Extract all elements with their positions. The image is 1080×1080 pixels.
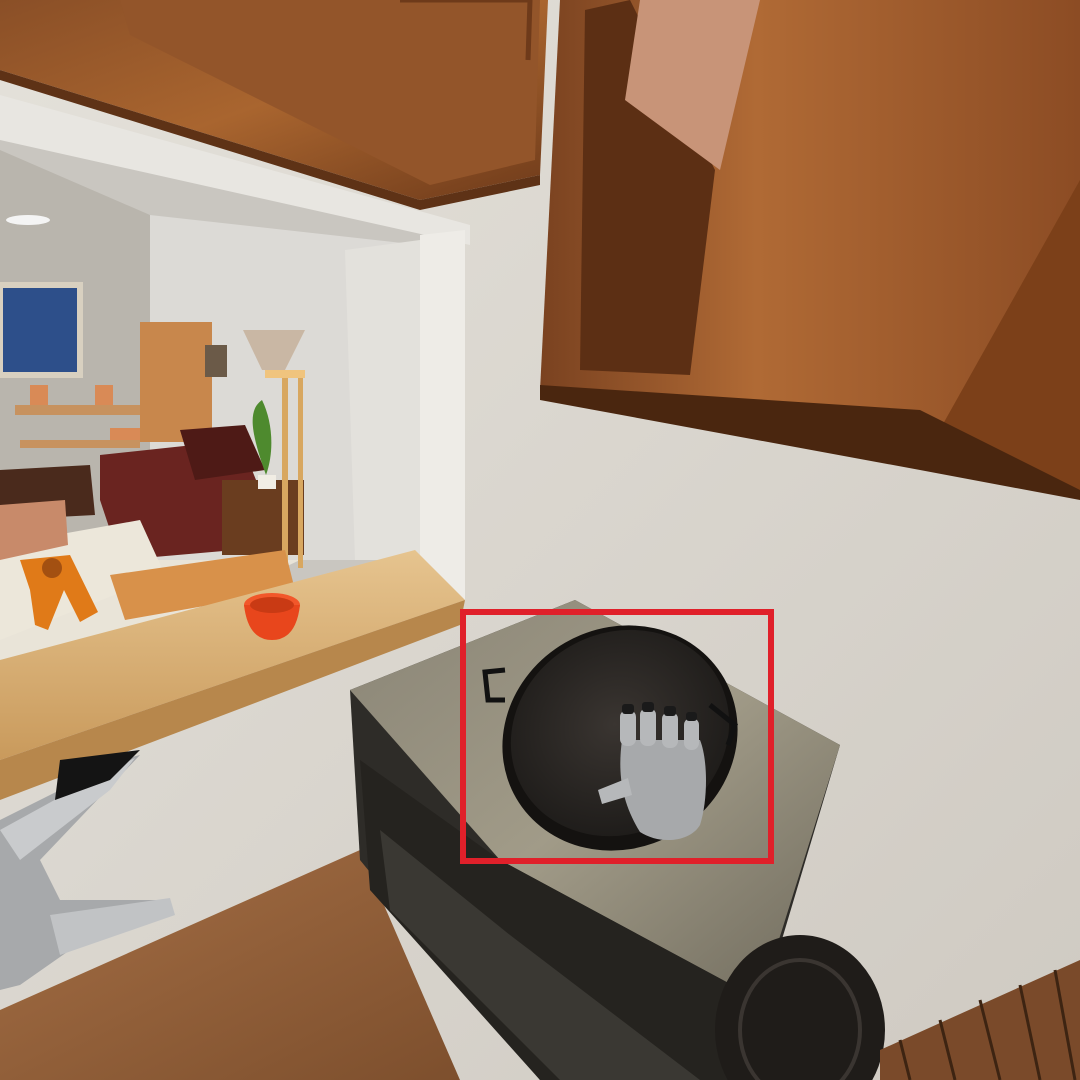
scene-canvas bbox=[0, 0, 1080, 1080]
side-table bbox=[222, 480, 304, 555]
tall-cabinet bbox=[140, 322, 212, 442]
window bbox=[0, 285, 80, 375]
vr-game-viewport bbox=[0, 0, 1080, 1080]
